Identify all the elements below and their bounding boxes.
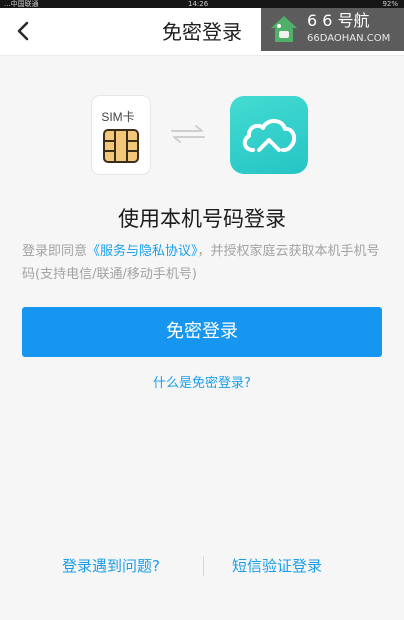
watermark-subtitle: 66DAOHAN.COM [307,33,391,44]
login-problem-link[interactable]: 登录遇到问题? [62,555,160,577]
main-heading: 使用本机号码登录 [118,207,286,231]
divider [203,556,204,576]
house-icon [269,14,299,44]
page-title: 免密登录 [162,20,242,44]
status-time: 14:26 [188,0,209,8]
status-bar: ...中国联通 14:26 92% [0,0,404,8]
sync-arrows-icon [170,124,206,144]
password-free-login-button[interactable]: 免密登录 [22,307,382,357]
back-icon[interactable] [10,17,38,45]
privacy-agreement-link[interactable]: 《服务与隐私协议》 [87,244,198,259]
sim-card-icon: SIM卡 [92,96,150,174]
watermark-title: 6 6 号航 [307,11,370,30]
agreement-text: 登录即同意《服务与隐私协议》，并授权家庭云获取本机手机号码(支持电信/联通/移动… [22,240,382,286]
what-is-password-free-link[interactable]: 什么是免密登录? [0,373,404,395]
sms-login-link[interactable]: 短信验证登录 [232,555,322,577]
cloud-app-icon [230,96,308,174]
watermark-overlay: 6 6 号航 66DAOHAN.COM [261,8,404,51]
battery-text: 92% [382,0,398,8]
sim-label: SIM卡 [101,110,135,124]
carrier-text: ...中国联通 [4,0,39,8]
agreement-prefix: 登录即同意 [22,244,88,259]
chip-icon [103,129,139,163]
